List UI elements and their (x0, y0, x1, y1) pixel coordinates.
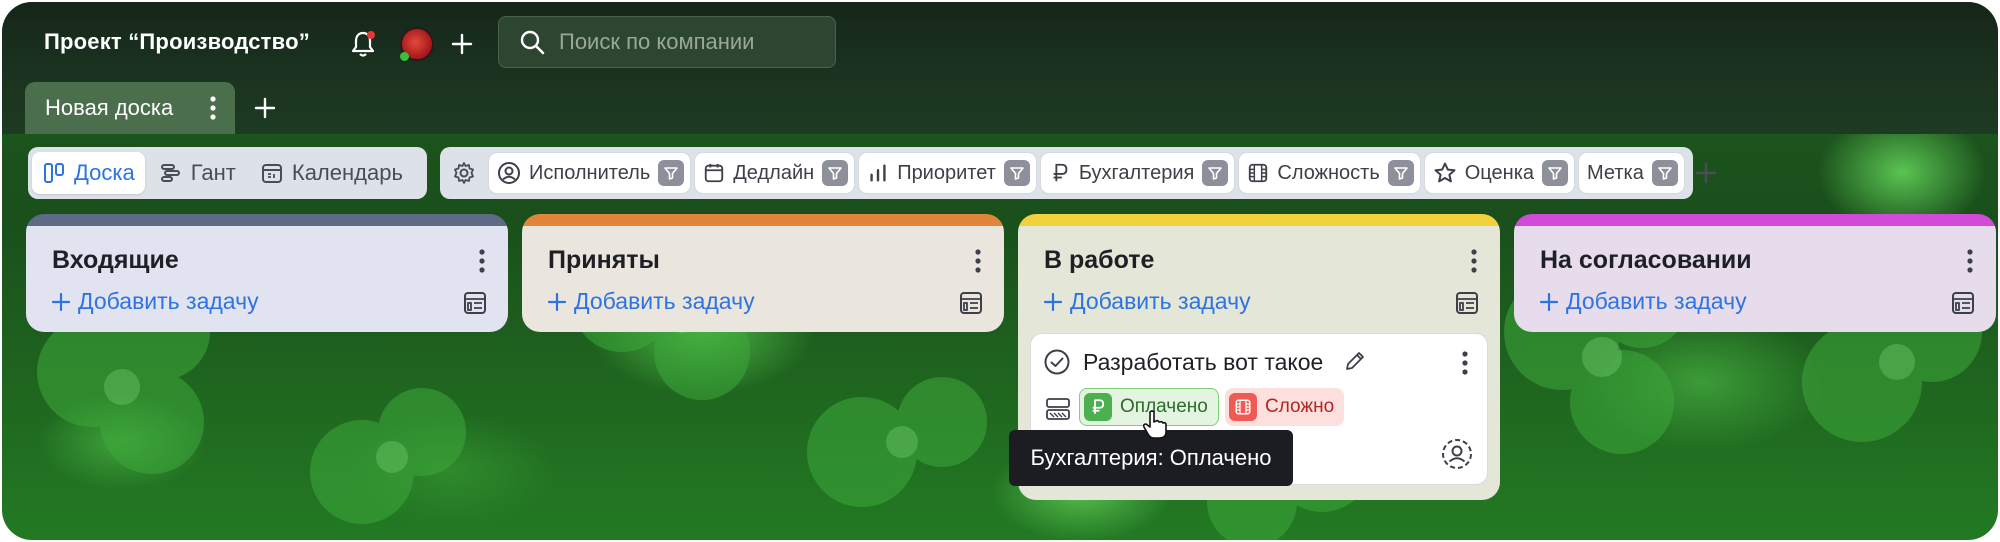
filter-funnel-icon[interactable] (1387, 160, 1414, 186)
column-title[interactable]: Приняты (548, 246, 660, 275)
filter-chip-accounting[interactable]: Бухгалтерия (1040, 153, 1235, 193)
user-circle-icon (498, 162, 520, 184)
plus-icon (52, 292, 70, 311)
plus-icon (1540, 292, 1558, 311)
column-title[interactable]: Входящие (52, 246, 179, 275)
more-vertical-icon[interactable] (1461, 350, 1469, 376)
more-vertical-icon[interactable] (1470, 248, 1478, 274)
calendar-icon (705, 163, 724, 183)
plus-icon[interactable] (446, 28, 478, 60)
card-layout-icon[interactable] (1045, 396, 1071, 422)
filter-chip-label: Дедлайн (733, 161, 815, 184)
view-calendar-label: Календарь (291, 160, 403, 185)
more-vertical-icon[interactable] (478, 248, 486, 274)
add-task-label: Добавить задачу (78, 288, 259, 314)
filter-chip-rating[interactable]: Оценка (1424, 153, 1575, 193)
gantt-icon (160, 164, 180, 182)
view-gantt-label: Гант (190, 160, 236, 185)
project-title[interactable]: Проект “Производство” (44, 29, 310, 55)
star-icon (1434, 162, 1456, 183)
filter-chip-label: Исполнитель (529, 161, 651, 184)
plus-icon (1044, 292, 1062, 311)
filter-chip-label: Оценка (1464, 161, 1535, 184)
ruble-icon (1053, 163, 1068, 182)
search-input[interactable] (559, 29, 819, 55)
template-icon[interactable] (1454, 290, 1480, 316)
column-title[interactable]: В работе (1044, 246, 1154, 275)
column-color-stripe (26, 214, 508, 226)
add-filter-button[interactable] (1695, 157, 1717, 189)
column-accepted: Приняты Добавить задачу (522, 214, 1004, 332)
filter-funnel-icon[interactable] (658, 160, 685, 186)
gear-icon[interactable] (452, 159, 476, 187)
check-circle-icon[interactable] (1043, 348, 1071, 376)
online-status-dot (400, 52, 409, 61)
board-tab-active[interactable]: Новая доска (25, 82, 235, 134)
column-color-stripe (1514, 214, 1996, 226)
bell-icon[interactable] (348, 28, 378, 60)
column-color-stripe (522, 214, 1004, 226)
add-board-tab-button[interactable] (250, 93, 280, 123)
filter-chip-label: Бухгалтерия (1078, 161, 1195, 184)
add-task-label: Добавить задачу (574, 288, 755, 314)
assign-user-icon[interactable] (1441, 438, 1473, 470)
pencil-icon[interactable] (1343, 349, 1367, 373)
board-icon (44, 163, 64, 183)
film-icon (1229, 393, 1257, 421)
view-board-label: Доска (74, 160, 135, 185)
task-title[interactable]: Разработать вот такое (1083, 349, 1323, 376)
tag-label: Сложно (1265, 396, 1335, 417)
hand-cursor-icon (1142, 410, 1167, 439)
top-bar: Проект “Производство” Новая доска (2, 2, 1998, 134)
filter-chip-complexity[interactable]: Сложность (1239, 153, 1420, 193)
plus-icon (548, 292, 566, 311)
filter-chip-label: Сложность (1277, 161, 1380, 184)
template-icon[interactable] (1950, 290, 1976, 316)
view-switcher: Доска Гант Календарь (28, 147, 427, 199)
more-vertical-icon[interactable] (974, 248, 982, 274)
add-task-button[interactable]: Добавить задачу (52, 288, 259, 315)
app-window: Проект “Производство” Новая доска (2, 2, 1998, 540)
board-tab-label: Новая доска (45, 95, 174, 120)
more-vertical-icon[interactable] (209, 95, 217, 121)
filter-chip-label: Метка (1587, 161, 1644, 184)
filter-funnel-icon[interactable] (822, 160, 849, 186)
column-title[interactable]: На согласовании (1540, 246, 1752, 275)
column-approval: На согласовании Добавить задачу (1514, 214, 1996, 332)
column-incoming: Входящие Добавить задачу (26, 214, 508, 332)
filter-chip-priority[interactable]: Приоритет (859, 153, 1036, 193)
filter-funnel-icon[interactable] (1651, 160, 1678, 186)
template-icon[interactable] (462, 290, 488, 316)
column-color-stripe (1018, 214, 1500, 226)
template-icon[interactable] (958, 290, 984, 316)
filter-funnel-icon[interactable] (1542, 160, 1569, 186)
ruble-icon (1084, 393, 1112, 421)
view-board[interactable]: Доска (32, 152, 145, 194)
filter-bar: Исполнитель Дедлайн Приоритет Бухгалтери… (440, 147, 1717, 199)
search-box[interactable] (498, 16, 836, 68)
calendar-icon (261, 164, 282, 183)
filter-chip-label-tag[interactable]: Метка (1579, 153, 1684, 193)
search-icon (520, 30, 545, 55)
tag-complexity-hard[interactable]: Сложно (1225, 388, 1345, 426)
add-task-label: Добавить задачу (1070, 288, 1251, 314)
filter-chip-assignee[interactable]: Исполнитель (489, 153, 691, 193)
add-task-button[interactable]: Добавить задачу (1044, 288, 1251, 315)
filter-chip-label: Приоритет (897, 161, 996, 184)
add-task-button[interactable]: Добавить задачу (548, 288, 755, 315)
filter-chip-deadline[interactable]: Дедлайн (695, 153, 855, 193)
add-task-button[interactable]: Добавить задачу (1540, 288, 1747, 315)
add-task-label: Добавить задачу (1566, 288, 1747, 314)
filter-funnel-icon[interactable] (1003, 160, 1030, 186)
filter-funnel-icon[interactable] (1202, 160, 1229, 186)
more-vertical-icon[interactable] (1966, 248, 1974, 274)
view-calendar[interactable]: Календарь (250, 152, 413, 194)
bar-chart-icon (870, 164, 886, 182)
view-gantt[interactable]: Гант (149, 152, 246, 194)
film-icon (1249, 163, 1268, 183)
